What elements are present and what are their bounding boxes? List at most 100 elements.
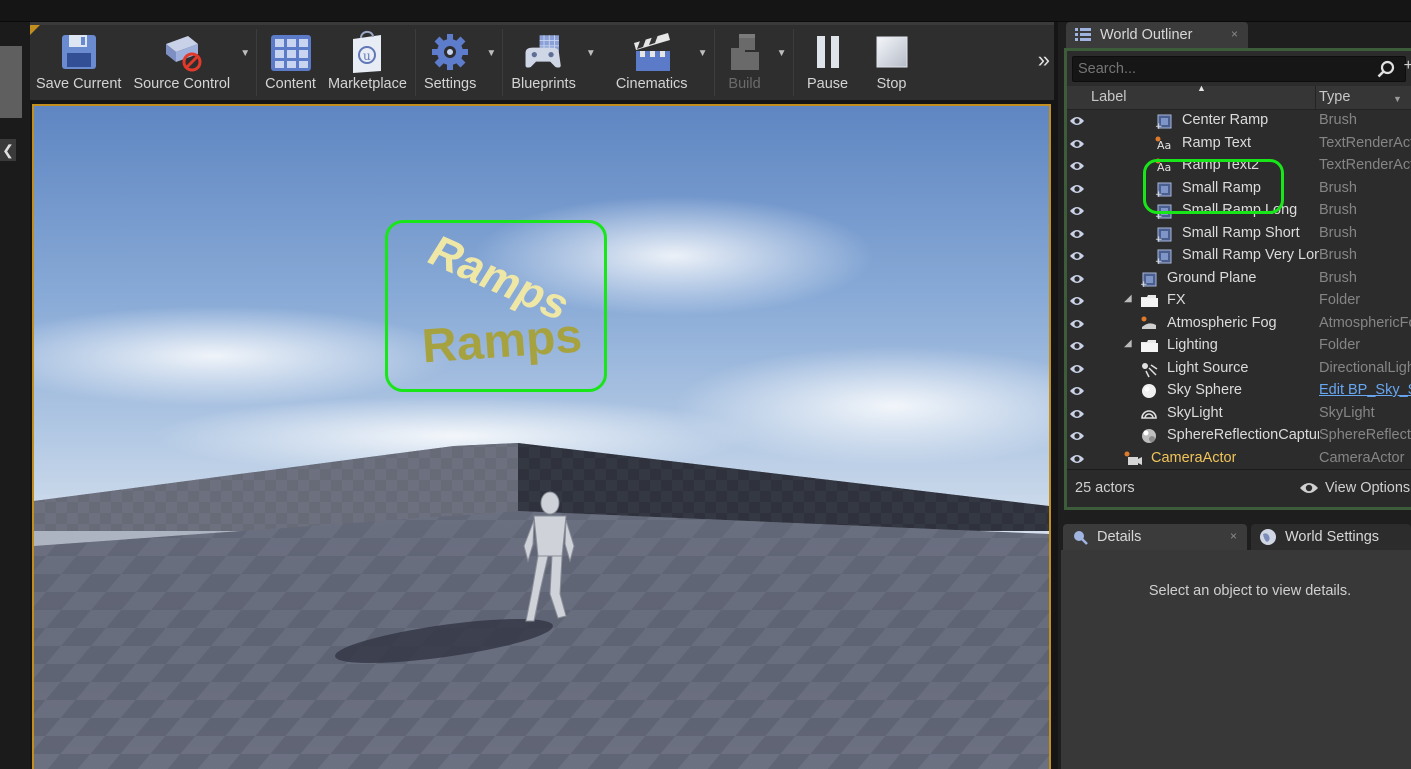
visibility-eye-icon[interactable] [1069, 318, 1085, 330]
row-label: SphereReflectionCapture [1167, 427, 1319, 443]
collapse-left-panel-button[interactable]: ❮ [0, 139, 16, 161]
view-options-label: View Options [1325, 480, 1411, 496]
visibility-eye-icon[interactable] [1069, 138, 1085, 150]
save-current-label: Save Current [36, 76, 122, 92]
row-label: Center Ramp [1182, 112, 1269, 128]
expand-arrow-icon[interactable]: ◢ [1124, 293, 1132, 304]
build-blocks-icon [723, 29, 767, 75]
tab-world-settings[interactable]: World Settings [1251, 524, 1411, 550]
blueprints-dropdown[interactable]: ▼ [582, 25, 600, 100]
row-label: FX [1167, 292, 1186, 308]
table-row[interactable]: Atmospheric Fog AtmosphericFog [1067, 313, 1411, 336]
svg-text:+: + [1155, 257, 1163, 265]
source-control-dropdown[interactable]: ▼ [236, 25, 254, 100]
chevron-down-icon[interactable]: ▼ [1393, 94, 1402, 104]
stop-button[interactable]: Stop [860, 25, 924, 100]
expand-arrow-icon[interactable]: ◢ [1124, 338, 1132, 349]
marketplace-label: Marketplace [327, 76, 407, 92]
stop-icon [870, 29, 914, 75]
svg-text:Aa: Aa [1157, 139, 1171, 152]
marketplace-button[interactable]: u Marketplace [322, 25, 413, 100]
table-row[interactable]: ◢ Lighting Folder [1067, 335, 1411, 358]
left-panel-strip: ❮ [0, 22, 30, 769]
table-row[interactable]: SphereReflectionCaptureSphereReflectionC… [1067, 425, 1411, 448]
visibility-eye-icon[interactable] [1069, 340, 1085, 352]
table-row[interactable]: ◢ FX Folder [1067, 290, 1411, 313]
settings-dropdown[interactable]: ▼ [482, 25, 500, 100]
tab-world-outliner[interactable]: World Outliner × [1066, 22, 1248, 48]
viewport-scene [34, 196, 1049, 769]
sort-ascending-icon: ▲ [1197, 83, 1206, 93]
visibility-eye-icon[interactable] [1069, 205, 1085, 217]
table-row[interactable]: Aa Ramp Text TextRenderActor [1067, 133, 1411, 156]
save-current-button[interactable]: Save Current [30, 25, 127, 100]
table-row[interactable]: + Small Ramp Very Long Brush [1067, 245, 1411, 268]
row-type[interactable]: Edit BP_Sky_Sphere [1319, 382, 1411, 398]
text-render-icon: Aa [1155, 135, 1173, 153]
visibility-eye-icon[interactable] [1069, 363, 1085, 375]
toolbar-overflow-button[interactable]: » [1038, 47, 1050, 73]
visibility-eye-icon[interactable] [1069, 250, 1085, 262]
blueprints-button[interactable]: Blueprints [505, 25, 581, 100]
ramp-text2-actor[interactable]: Ramps [420, 308, 584, 374]
view-options-button[interactable]: View Options [1299, 480, 1410, 496]
table-row[interactable]: + Ground Plane Brush [1067, 268, 1411, 291]
table-row[interactable]: Light Source DirectionalLight [1067, 358, 1411, 381]
folder-icon [1140, 337, 1158, 355]
settings-button[interactable]: Settings [418, 25, 482, 100]
table-row[interactable]: SkyLight SkyLight [1067, 403, 1411, 426]
source-control-button[interactable]: Source Control [127, 25, 236, 100]
details-title: Details [1097, 529, 1142, 545]
visibility-eye-icon[interactable] [1069, 408, 1085, 420]
cinematics-button[interactable]: Cinematics [610, 25, 694, 100]
outliner-column-headers: Label ▲ Type ▼ [1067, 83, 1411, 110]
visibility-eye-icon[interactable] [1069, 430, 1085, 442]
search-icon[interactable] [1377, 60, 1395, 78]
visibility-eye-icon[interactable] [1069, 183, 1085, 195]
cinematics-dropdown[interactable]: ▼ [694, 25, 712, 100]
visibility-eye-icon[interactable] [1069, 160, 1085, 172]
table-row[interactable]: + Small Ramp Short Brush [1067, 223, 1411, 246]
search-input[interactable] [1073, 57, 1363, 81]
visibility-eye-icon[interactable] [1069, 273, 1085, 285]
svg-text:+: + [1155, 235, 1163, 243]
column-label-header[interactable]: Label [1091, 89, 1126, 105]
globe-icon [1259, 529, 1277, 545]
eye-icon [1300, 483, 1318, 493]
row-label: Ramp Text [1182, 134, 1252, 151]
visibility-eye-icon[interactable] [1069, 295, 1085, 307]
add-filter-button[interactable]: + [1404, 57, 1411, 75]
build-label: Build [728, 76, 761, 92]
close-icon[interactable]: × [1230, 529, 1237, 543]
brush-icon: + [1155, 247, 1173, 267]
table-row[interactable]: Sky Sphere Edit BP_Sky_Sphere [1067, 380, 1411, 403]
table-row[interactable]: + Center Ramp Brush [1067, 110, 1411, 133]
visibility-eye-icon[interactable] [1069, 453, 1085, 465]
content-button[interactable]: Content [259, 25, 322, 100]
visibility-eye-icon[interactable] [1069, 115, 1085, 127]
column-divider[interactable] [1315, 86, 1316, 110]
visibility-eye-icon[interactable] [1069, 228, 1085, 240]
build-button[interactable]: Build [717, 25, 773, 100]
row-type: Brush [1319, 247, 1357, 263]
row-label: SkyLight [1167, 404, 1223, 421]
toolbar-separator [502, 29, 504, 96]
pause-icon [806, 29, 850, 75]
brush-icon: + [1155, 112, 1173, 132]
column-type-header[interactable]: Type [1319, 89, 1350, 105]
table-row[interactable]: CameraActor CameraActor [1067, 448, 1411, 467]
pause-button[interactable]: Pause [796, 25, 860, 100]
svg-text:+: + [1155, 122, 1163, 130]
source-control-icon [160, 29, 204, 75]
visibility-eye-icon[interactable] [1069, 385, 1085, 397]
magnifier-icon [1071, 529, 1089, 545]
level-viewport[interactable]: Ramps Ramps [32, 104, 1051, 769]
tab-details[interactable]: Details × [1063, 524, 1247, 550]
toolbar-separator [414, 29, 416, 96]
settings-label: Settings [423, 76, 477, 92]
close-icon[interactable]: × [1231, 27, 1238, 41]
svg-text:+: + [1140, 280, 1148, 288]
content-label: Content [265, 76, 316, 92]
row-label: Small Ramp Short [1182, 224, 1300, 241]
build-dropdown[interactable]: ▼ [773, 25, 791, 100]
